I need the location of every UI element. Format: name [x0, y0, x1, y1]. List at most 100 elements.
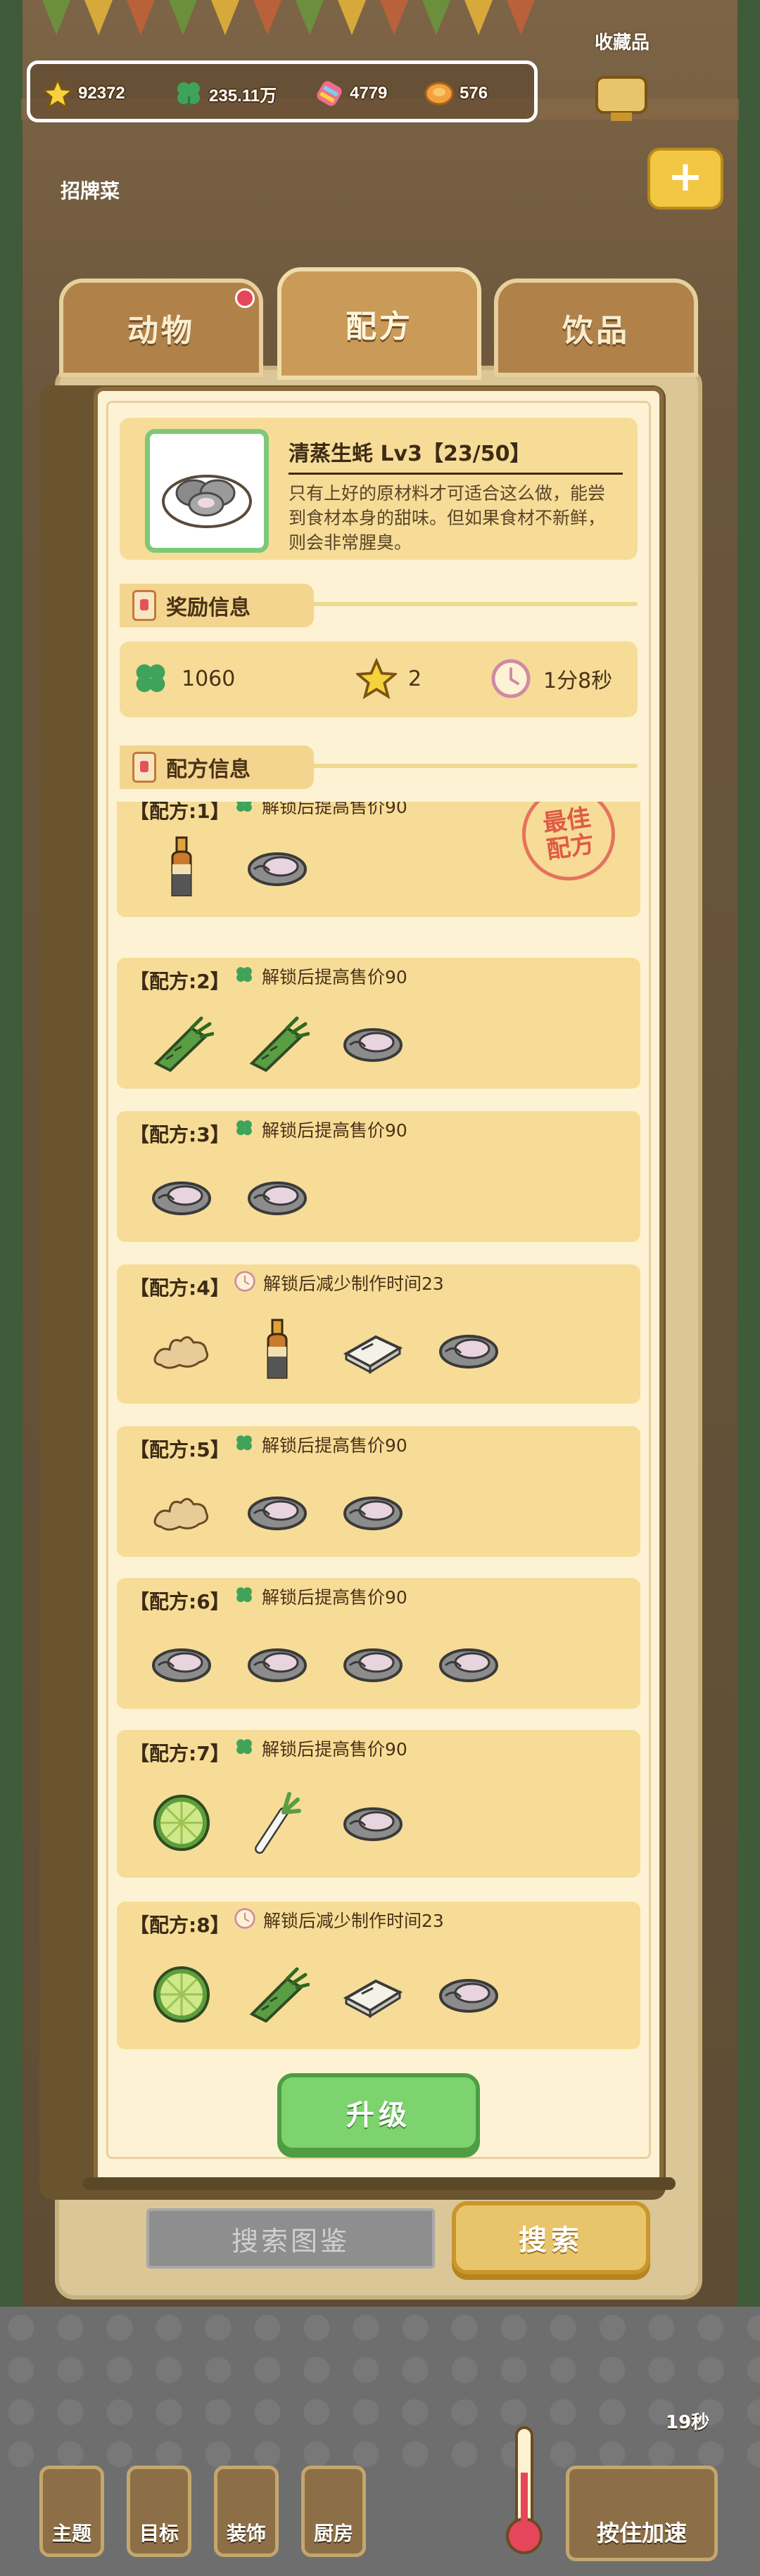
- oyster-icon: [243, 1163, 311, 1231]
- oyster-icon: [339, 1478, 407, 1546]
- oyster-icon: [243, 1630, 311, 1698]
- wasabi-icon: [243, 1961, 311, 2028]
- oyster-icon: [243, 1478, 311, 1546]
- wasabi-icon: [243, 1010, 311, 1077]
- oyster-icon: [435, 1630, 502, 1698]
- thermometer-icon: [506, 2426, 543, 2554]
- recipe-unlock-hint: 解锁后提高售价90: [234, 1432, 407, 1457]
- star-icon: [40, 76, 75, 111]
- nav-theme[interactable]: 主题: [39, 2466, 104, 2557]
- tab-animals[interactable]: 动物: [59, 278, 263, 377]
- tab-bar: 动物 配方 饮品: [59, 267, 701, 380]
- oyster-dish-icon: [162, 475, 252, 528]
- best-recipe-stamp: 最佳配方: [516, 802, 621, 887]
- upgrade-button[interactable]: 升级: [277, 2073, 480, 2152]
- clover-icon: [234, 964, 255, 988]
- dish-thumbnail: [145, 429, 269, 553]
- recipe-label: 【配方:3】: [129, 1123, 230, 1146]
- reward-time: 1分8秒: [490, 657, 612, 700]
- oyster-icon: [435, 1961, 502, 2028]
- trophy-icon: [595, 76, 647, 121]
- coin-icon: [422, 76, 457, 111]
- collection-button[interactable]: 收藏品: [583, 28, 660, 134]
- clover-icon: [234, 1736, 255, 1760]
- ginger-icon: [148, 1316, 215, 1384]
- menu-board-label: 招牌菜: [61, 179, 120, 203]
- add-button[interactable]: +: [647, 148, 723, 210]
- collection-label: 收藏品: [594, 32, 650, 53]
- reward-section-header: 奖励信息: [120, 584, 314, 627]
- wasabi-icon: [148, 1010, 215, 1077]
- recipe-card[interactable]: 【配方:1】 解锁后提高售价90 最佳配方: [117, 802, 640, 917]
- recipe-card[interactable]: 【配方:7】 解锁后提高售价90: [117, 1730, 640, 1878]
- clover-icon: [234, 1433, 255, 1456]
- recipe-card[interactable]: 【配方:5】 解锁后提高售价90: [117, 1426, 640, 1557]
- dish-description: 只有上好的原材料才可适合这么做，能尝到食材本身的甜味。但如果食材不新鲜，则会非常…: [289, 483, 606, 553]
- clock-icon: [234, 1270, 256, 1295]
- oyster-icon: [243, 834, 311, 902]
- coin-counter: 576: [422, 74, 488, 113]
- recipe-unlock-hint: 解锁后减少制作时间23: [234, 1907, 444, 1933]
- clover-icon: [234, 1584, 255, 1608]
- scroll-badge-icon: [132, 752, 156, 783]
- star-icon: [356, 658, 397, 699]
- tab-recipes[interactable]: 配方: [277, 267, 481, 380]
- recipe-card[interactable]: 【配方:8】 解锁后减少制作时间23: [117, 1902, 640, 2049]
- recipe-unlock-hint: 解锁后提高售价90: [234, 802, 407, 819]
- lime-icon: [148, 1789, 215, 1857]
- oyster-icon: [339, 1630, 407, 1698]
- notification-dot: [235, 288, 255, 308]
- sauce-bottle-icon: [148, 834, 215, 902]
- search-input[interactable]: 搜索图鉴: [146, 2208, 435, 2269]
- oyster-icon: [148, 1163, 215, 1231]
- reward-stars: 2: [356, 657, 422, 700]
- clover-icon: [234, 1117, 255, 1141]
- oyster-icon: [435, 1316, 502, 1384]
- clover-counter: 235.11万: [171, 74, 277, 113]
- sauce-bottle-icon: [243, 1316, 311, 1384]
- recipe-unlock-hint: 解锁后提高售价90: [234, 1584, 407, 1609]
- tab-drinks[interactable]: 饮品: [494, 278, 698, 377]
- recipe-label: 【配方:7】: [129, 1742, 230, 1765]
- nav-goals[interactable]: 目标: [127, 2466, 191, 2557]
- recipe-unlock-hint: 解锁后减少制作时间23: [234, 1270, 444, 1295]
- search-button[interactable]: 搜索: [452, 2201, 650, 2274]
- recipe-unlock-hint: 解锁后提高售价90: [234, 1117, 407, 1142]
- dish-title: 清蒸生蚝 Lv3【23/50】: [289, 442, 531, 466]
- nav-decor[interactable]: 装饰: [214, 2466, 279, 2557]
- timer-label: 19秒: [666, 2412, 710, 2433]
- oyster-icon: [148, 1630, 215, 1698]
- recipe-unlock-hint: 解锁后提高售价90: [234, 963, 407, 989]
- scallion-icon: [243, 1789, 311, 1857]
- recipe-label: 【配方:2】: [129, 970, 230, 993]
- recipe-card[interactable]: 【配方:2】 解锁后提高售价90: [117, 958, 640, 1089]
- reward-clover: 1060: [131, 657, 235, 700]
- clover-icon: [234, 802, 255, 818]
- resource-bar: 92372 235.11万 4779 576: [27, 60, 538, 122]
- candy-icon: [312, 76, 347, 111]
- clover-icon: [136, 664, 165, 693]
- recipe-list[interactable]: 【配方:1】 解锁后提高售价90 最佳配方 【配方:2】 解锁后提高售价90 【配方:3】…: [117, 802, 640, 2053]
- candy-counter: 4779: [312, 74, 387, 113]
- oyster-icon: [339, 1789, 407, 1857]
- recipe-card[interactable]: 【配方:4】 解锁后减少制作时间23: [117, 1264, 640, 1404]
- lime-icon: [148, 1961, 215, 2028]
- hold-speedup-button[interactable]: 按住加速: [566, 2466, 718, 2561]
- recipe-section-header: 配方信息: [120, 745, 314, 789]
- recipe-label: 【配方:1】: [129, 802, 230, 823]
- ginger-icon: [148, 1478, 215, 1546]
- recipe-label: 【配方:5】: [129, 1438, 230, 1461]
- recipe-unlock-hint: 解锁后提高售价90: [234, 1736, 407, 1761]
- recipe-card[interactable]: 【配方:6】 解锁后提高售价90: [117, 1578, 640, 1709]
- oyster-icon: [339, 1010, 407, 1077]
- stars-counter: 92372: [40, 74, 125, 113]
- clock-icon: [234, 1907, 256, 1933]
- butter-icon: [339, 1961, 407, 2028]
- recipe-card[interactable]: 【配方:3】 解锁后提高售价90: [117, 1111, 640, 1242]
- recipe-label: 【配方:6】: [129, 1590, 230, 1613]
- scroll-badge-icon: [132, 590, 156, 621]
- nav-kitchen[interactable]: 厨房: [301, 2466, 366, 2557]
- recipe-label: 【配方:8】: [129, 1914, 230, 1937]
- clover-icon: [171, 76, 206, 111]
- recipe-label: 【配方:4】: [129, 1276, 230, 1300]
